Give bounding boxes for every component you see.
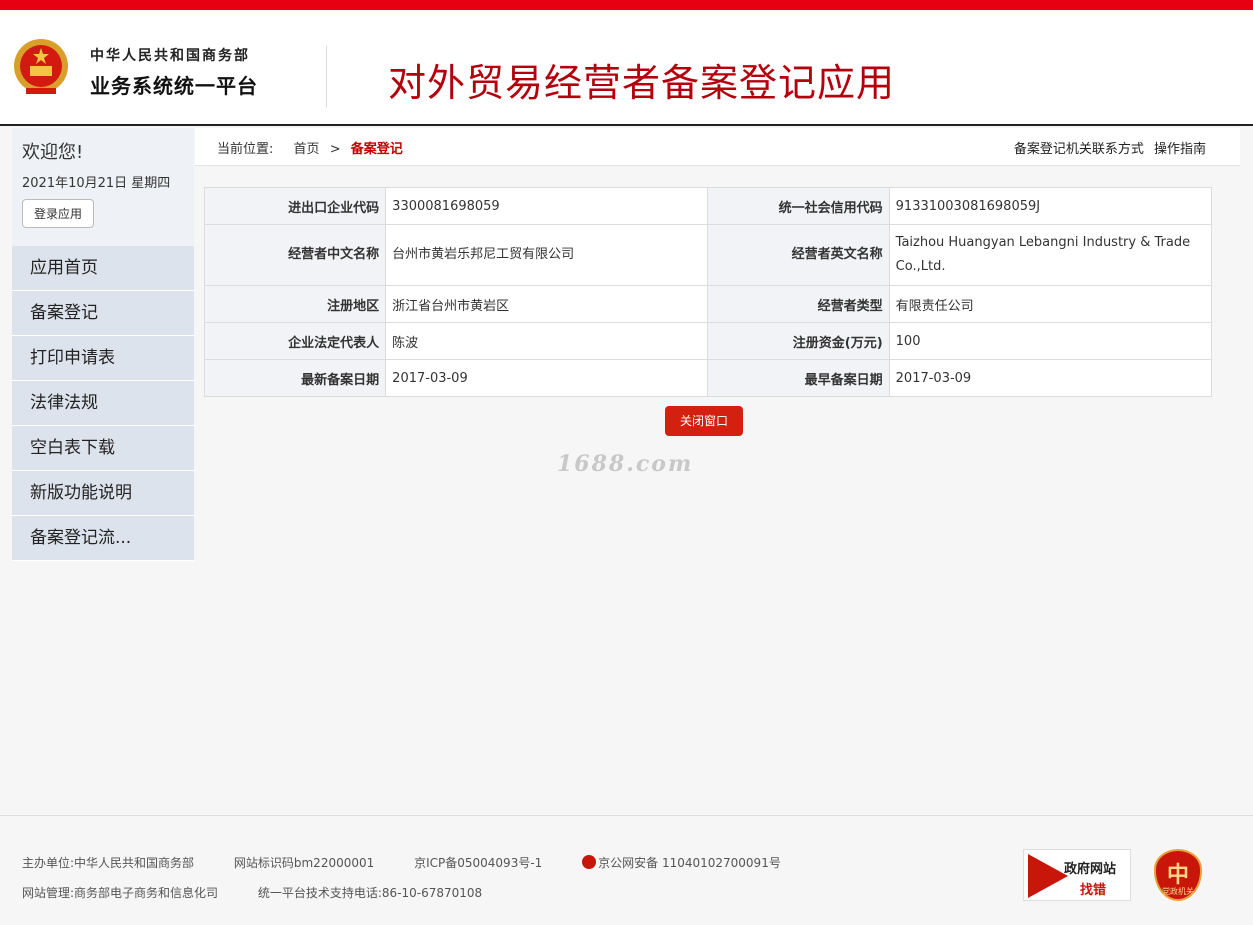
footer-phone: 统一平台技术支持电话:86-10-67870108 — [257, 886, 483, 900]
gov-site-error-report-badge[interactable]: 政府网站 找错 — [1023, 849, 1131, 901]
field-value: Taizhou Huangyan Lebangni Industry & Tra… — [888, 224, 1213, 286]
sidebar-item-registration[interactable]: 备案登记 — [12, 291, 194, 336]
party-badge-text: 党政机关 — [1162, 887, 1194, 896]
field-label: 注册地区 — [203, 285, 387, 323]
footer-icp[interactable]: 京ICP备05004093号-1 — [414, 856, 542, 870]
gov-badge-title: 政府网站 — [1064, 862, 1117, 877]
field-value: 100 — [888, 322, 1213, 360]
field-value: 陈波 — [385, 322, 709, 360]
sidebar-item-registration-flow[interactable]: 备案登记流... — [12, 516, 194, 561]
police-record-text: 京公网安备 11040102700091号 — [598, 856, 781, 870]
magnifier-icon — [1028, 854, 1068, 898]
field-label: 最早备案日期 — [707, 359, 890, 397]
sidebar-item-app-home[interactable]: 应用首页 — [12, 246, 194, 291]
contact-link[interactable]: 备案登记机关联系方式 — [1014, 142, 1144, 157]
field-label: 进出口企业代码 — [203, 187, 387, 225]
table-row: 经营者中文名称 台州市黄岩乐邦尼工贸有限公司 经营者英文名称 Taizhou H… — [203, 224, 1213, 286]
footer-manage: 网站管理:商务部电子商务和信息化司 — [22, 886, 219, 900]
sidebar-item-blank-forms[interactable]: 空白表下载 — [12, 426, 194, 471]
field-value: 浙江省台州市黄岩区 — [385, 285, 709, 323]
table-row: 进出口企业代码 3300081698059 统一社会信用代码 913310030… — [203, 187, 1213, 225]
party-emblem-icon: 中 — [1166, 863, 1189, 888]
field-label: 经营者中文名称 — [203, 224, 387, 286]
welcome-box: 欢迎您! 2021年10月21日 星期四 登录应用 — [12, 128, 194, 246]
close-window-button[interactable]: 关闭窗口 — [665, 406, 743, 436]
field-label: 经营者英文名称 — [707, 224, 890, 286]
org-name-line1: 中华人民共和国商务部 — [90, 48, 250, 64]
breadcrumb-home-link[interactable]: 首页 — [294, 142, 320, 157]
sidebar-item-laws[interactable]: 法律法规 — [12, 381, 194, 426]
field-label: 注册资金(万元) — [707, 322, 890, 360]
breadcrumb-current: 备案登记 — [350, 142, 403, 157]
watermark: 1688.com — [557, 451, 694, 477]
table-row: 最新备案日期 2017-03-09 最早备案日期 2017-03-09 — [203, 359, 1213, 397]
party-gov-agency-badge[interactable]: 中 党政机关 — [1154, 849, 1202, 901]
breadcrumb-separator: > — [329, 142, 341, 157]
field-label: 最新备案日期 — [203, 359, 387, 397]
guide-link[interactable]: 操作指南 — [1154, 142, 1206, 157]
national-emblem-icon — [14, 39, 68, 94]
table-row: 企业法定代表人 陈波 注册资金(万元) 100 — [203, 322, 1213, 360]
field-label: 统一社会信用代码 — [707, 187, 890, 225]
top-red-bar — [0, 0, 1253, 10]
footer-host: 主办单位:中华人民共和国商务部 — [22, 856, 195, 870]
field-label: 经营者类型 — [707, 285, 890, 323]
welcome-text: 欢迎您! — [22, 142, 84, 163]
app-title: 对外贸易经营者备案登记应用 — [388, 61, 896, 105]
page-footer: 主办单位:中华人民共和国商务部 网站标识码bm22000001 京ICP备050… — [0, 815, 1253, 925]
field-value: 91331003081698059J — [888, 187, 1213, 225]
breadcrumb-prefix: 当前位置: — [217, 142, 274, 157]
gov-badge-subtitle: 找错 — [1080, 883, 1107, 898]
main-content: 当前位置: 首页 > 备案登记 备案登记机关联系方式 操作指南 进出口企业代码 … — [195, 128, 1240, 477]
login-app-button[interactable]: 登录应用 — [22, 199, 95, 228]
breadcrumb: 当前位置: 首页 > 备案登记 备案登记机关联系方式 操作指南 — [195, 128, 1240, 166]
info-table: 进出口企业代码 3300081698059 统一社会信用代码 913310030… — [203, 187, 1213, 397]
field-value: 2017-03-09 — [888, 359, 1213, 397]
sidebar: 欢迎您! 2021年10月21日 星期四 登录应用 应用首页 备案登记 打印申请… — [12, 128, 194, 561]
footer-police-record[interactable]: 京公网安备 11040102700091号 — [582, 855, 781, 870]
org-name-line2: 业务系统统一平台 — [90, 74, 258, 98]
header-divider — [326, 46, 327, 108]
footer-site-id: 网站标识码bm22000001 — [233, 856, 375, 870]
sidebar-item-print-form[interactable]: 打印申请表 — [12, 336, 194, 381]
field-label: 企业法定代表人 — [203, 322, 387, 360]
field-value: 有限责任公司 — [888, 285, 1213, 323]
field-value: 台州市黄岩乐邦尼工贸有限公司 — [385, 224, 709, 286]
table-row: 注册地区 浙江省台州市黄岩区 经营者类型 有限责任公司 — [203, 285, 1213, 323]
current-date: 2021年10月21日 星期四 — [22, 176, 171, 191]
field-value: 2017-03-09 — [385, 359, 709, 397]
page-header: 中华人民共和国商务部 业务系统统一平台 对外贸易经营者备案登记应用 — [0, 10, 1253, 126]
police-badge-icon — [582, 855, 597, 869]
field-value: 3300081698059 — [385, 187, 709, 225]
sidebar-item-new-features[interactable]: 新版功能说明 — [12, 471, 194, 516]
